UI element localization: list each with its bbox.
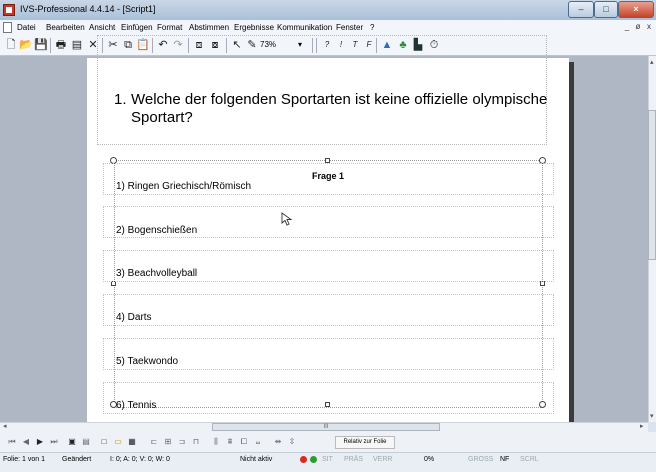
minimize-button[interactable]: –: [568, 1, 594, 18]
slide-view-icon[interactable]: ▣: [66, 436, 78, 448]
menu-datei[interactable]: Datei: [17, 22, 36, 33]
scroll-down-icon[interactable]: ▾: [650, 412, 654, 420]
status-green-indicator: [310, 456, 317, 463]
menu-abstimmen[interactable]: Abstimmen: [189, 22, 229, 33]
same-size-icon[interactable]: ⧠: [238, 436, 250, 448]
distribute-h-icon[interactable]: ⫼: [210, 436, 222, 448]
answer-box[interactable]: [103, 382, 554, 414]
align-right-icon[interactable]: ⊐: [176, 436, 188, 448]
mdi-minimize-button[interactable]: _: [622, 22, 632, 32]
last-slide-icon[interactable]: ⏭: [48, 436, 60, 448]
mdi-restore-button[interactable]: ø: [633, 22, 643, 32]
relative-to-slide-button[interactable]: Relativ zur Folie: [335, 436, 395, 449]
status-nf: NF: [500, 456, 510, 463]
status-counts: I: 0; A: 0; V: 0; W: 0: [110, 456, 170, 463]
save-icon[interactable]: 💾: [34, 38, 48, 52]
horizontal-scroll-thumb[interactable]: III: [212, 423, 440, 431]
menu-format[interactable]: Format: [157, 22, 182, 33]
scroll-right-icon[interactable]: ▸: [640, 422, 644, 430]
scroll-up-icon[interactable]: ▴: [650, 58, 654, 66]
space-v-icon[interactable]: ⇳: [286, 436, 298, 448]
align-left-icon[interactable]: ⊏: [148, 436, 160, 448]
menu-einfuegen[interactable]: Einfügen: [121, 22, 153, 33]
status-slide-count: Folie: 1 von 1: [3, 456, 46, 463]
first-slide-icon[interactable]: ⏮: [6, 436, 18, 448]
answer-3: 3) Beachvolleyball: [116, 268, 198, 279]
app-icon[interactable]: [3, 4, 15, 16]
question-textbox[interactable]: [97, 35, 547, 145]
answer-5: 5) Taekwondo: [116, 356, 179, 367]
question-text: Welche der folgenden Sportarten ist kein…: [131, 91, 548, 126]
answer-box[interactable]: [103, 294, 554, 326]
same-width-icon[interactable]: ⧢: [252, 436, 264, 448]
mdi-close-button[interactable]: x: [644, 22, 654, 32]
question-number: 1.: [114, 91, 127, 108]
frame-icon[interactable]: □: [98, 436, 110, 448]
align-center-icon[interactable]: ⊞: [162, 436, 174, 448]
status-praes: PRÄS: [344, 456, 364, 463]
align-top-icon[interactable]: ⊓: [190, 436, 202, 448]
window-title: IVS-Professional 4.4.14 - [Script1]: [20, 4, 156, 14]
status-scrl: SCRL: [520, 456, 539, 463]
status-sit: SIT: [322, 456, 333, 463]
scroll-left-icon[interactable]: ◂: [3, 422, 7, 430]
answer-6: 6) Tennis: [116, 400, 157, 411]
previous-slide-icon[interactable]: ◀: [20, 436, 32, 448]
status-gross: GROSS: [468, 456, 494, 463]
status-verr: VERR: [373, 456, 393, 463]
answer-2: 2) Bogenschießen: [116, 225, 198, 236]
answer-4: 4) Darts: [116, 312, 152, 323]
answer-group-frame[interactable]: [114, 160, 543, 408]
distribute-v-icon[interactable]: ⩩: [224, 436, 236, 448]
layer-icon[interactable]: ▦: [126, 436, 138, 448]
properties-icon[interactable]: ▤: [70, 38, 84, 52]
close-button[interactable]: ×: [618, 1, 654, 18]
answer-1: 1) Ringen Griechisch/Römisch: [116, 181, 252, 192]
new-icon[interactable]: 🗋: [4, 38, 18, 52]
status-modified: Geändert: [62, 456, 92, 463]
menu-help[interactable]: ?: [370, 22, 374, 33]
space-h-icon[interactable]: ⇹: [272, 436, 284, 448]
document-icon[interactable]: [3, 22, 12, 33]
print-icon[interactable]: 🖶: [54, 38, 68, 52]
toolbar-separator: [50, 38, 51, 53]
status-inactive: Nicht aktiv: [240, 456, 273, 463]
menu-kommunikation[interactable]: Kommunikation: [277, 22, 332, 33]
menu-bearbeiten[interactable]: Bearbeiten: [46, 22, 85, 33]
menu-ansicht[interactable]: Ansicht: [89, 22, 115, 33]
outline-view-icon[interactable]: ▤: [80, 436, 92, 448]
vertical-scroll-thumb[interactable]: [648, 110, 656, 260]
shape-icon[interactable]: ▭: [112, 436, 124, 448]
menu-fenster[interactable]: Fenster: [336, 22, 363, 33]
menu-ergebnisse[interactable]: Ergebnisse: [234, 22, 274, 33]
next-slide-icon[interactable]: ▶: [34, 436, 46, 448]
mouse-cursor-icon: [281, 212, 293, 226]
status-percent: 0%: [424, 456, 435, 463]
status-red-indicator: [300, 456, 307, 463]
maximize-button[interactable]: □: [594, 1, 618, 18]
open-icon[interactable]: 📂: [19, 38, 33, 52]
